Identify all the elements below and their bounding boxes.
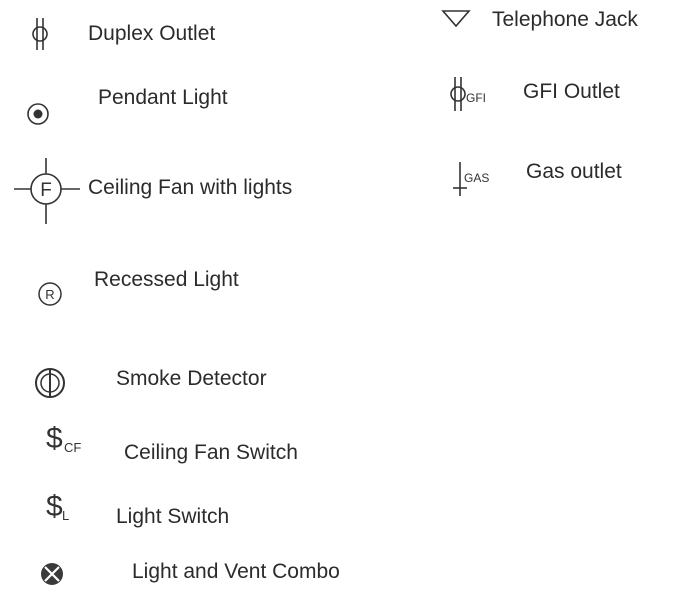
light-switch-sub: L: [62, 508, 69, 523]
duplex-outlet-icon: [32, 18, 48, 50]
recessed-light-glyph: R: [45, 287, 54, 302]
light-vent-combo-label: Light and Vent Combo: [132, 560, 340, 583]
light-switch-icon: $ L: [46, 490, 69, 523]
ceiling-fan-icon: F: [14, 158, 80, 224]
ceiling-fan-label: Ceiling Fan with lights: [88, 176, 293, 199]
gas-outlet-sub: GAS: [464, 171, 489, 185]
gfi-outlet-sub: GFI: [466, 91, 486, 105]
pendant-light-icon: [27, 103, 49, 125]
light-switch-glyph: $: [46, 490, 63, 523]
smoke-detector-label: Smoke Detector: [116, 367, 267, 390]
recessed-light-icon: R: [38, 282, 62, 306]
gas-outlet-icon: GAS: [453, 162, 489, 196]
gas-outlet-label: Gas outlet: [526, 160, 622, 183]
recessed-light-label: Recessed Light: [94, 268, 239, 291]
pendant-light-label: Pendant Light: [98, 86, 228, 109]
smoke-detector-icon: [35, 368, 65, 398]
telephone-jack-icon: [441, 10, 471, 28]
ceiling-fan-switch-label: Ceiling Fan Switch: [124, 441, 298, 464]
telephone-jack-label: Telephone Jack: [492, 8, 638, 31]
duplex-outlet-label: Duplex Outlet: [88, 22, 216, 45]
light-switch-label: Light Switch: [116, 505, 230, 528]
ceiling-fan-switch-sub: CF: [64, 440, 81, 455]
ceiling-fan-switch-icon: $ CF: [46, 422, 81, 455]
light-vent-combo-icon: [41, 563, 63, 585]
ceiling-fan-glyph: F: [40, 180, 52, 201]
gfi-outlet-icon: GFI: [450, 77, 486, 111]
ceiling-fan-switch-glyph: $: [46, 422, 63, 455]
gfi-outlet-label: GFI Outlet: [523, 80, 620, 103]
